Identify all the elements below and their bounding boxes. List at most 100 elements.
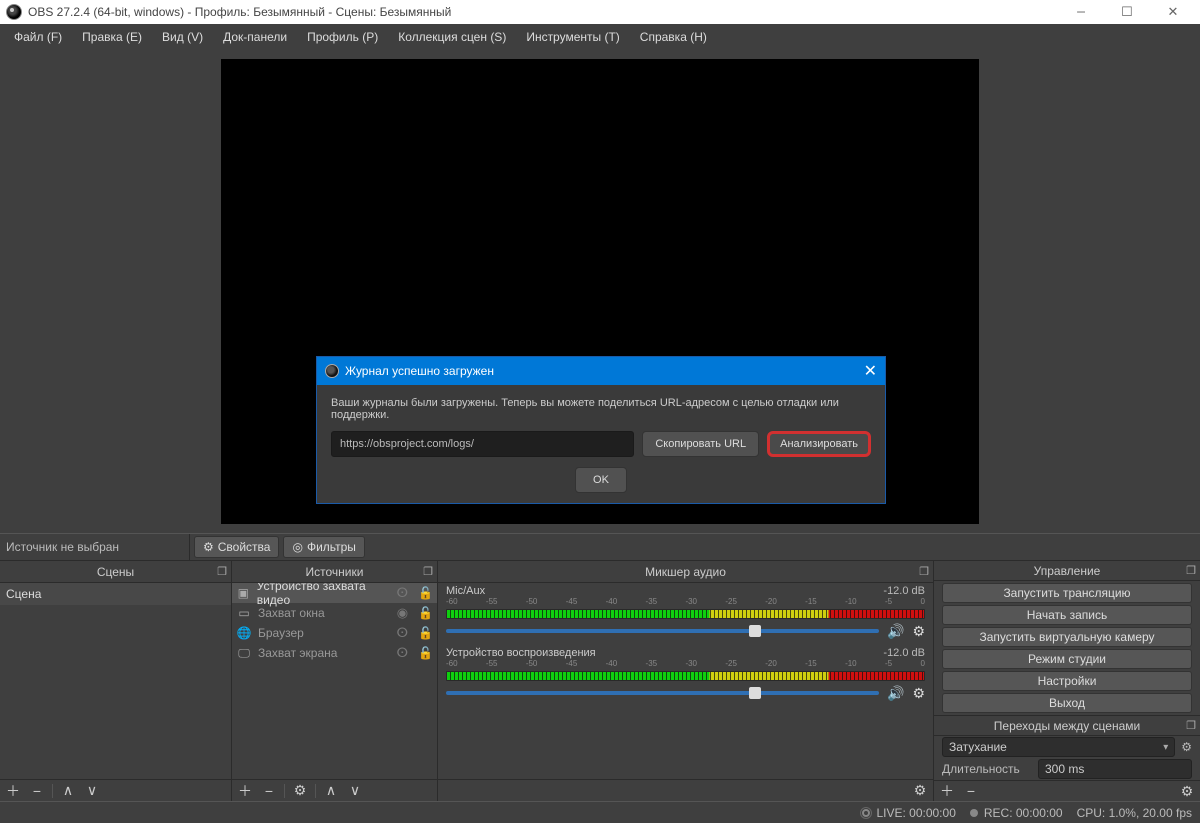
add-scene-button[interactable]: ＋	[4, 781, 22, 801]
lock-toggle[interactable]: 🔓	[418, 626, 433, 640]
speaker-icon[interactable]: 🔊	[887, 623, 904, 640]
menu-file[interactable]: Файл (F)	[4, 24, 72, 50]
menu-help[interactable]: Справка (H)	[630, 24, 717, 50]
source-item[interactable]: 🌐 Браузер ⵙ 🔓	[232, 623, 437, 643]
menu-profile[interactable]: Профиль (P)	[297, 24, 388, 50]
filters-button[interactable]: ◎ Фильтры	[283, 536, 364, 558]
dialog-titlebar[interactable]: Журнал успешно загружен ✕	[317, 357, 885, 385]
source-settings-button[interactable]: ⚙	[291, 782, 309, 799]
gear-icon: ⚙	[203, 540, 214, 554]
transition-settings-icon[interactable]: ⚙	[1181, 740, 1192, 754]
maximize-button[interactable]: ☐	[1104, 0, 1150, 24]
menu-edit[interactable]: Правка (E)	[72, 24, 152, 50]
lock-toggle[interactable]: 🔓	[418, 586, 433, 600]
chevron-down-icon: ▾	[1163, 742, 1168, 753]
window-controls: ─ ☐ ✕	[1058, 0, 1196, 24]
remove-source-button[interactable]: −	[260, 783, 278, 799]
lock-toggle[interactable]: 🔓	[418, 646, 433, 660]
channel-settings-icon[interactable]: ⚙	[912, 685, 925, 702]
copy-url-button[interactable]: Скопировать URL	[642, 431, 759, 457]
minimize-button[interactable]: ─	[1058, 0, 1104, 24]
dock-right: Управление ❐ Запустить трансляцию Начать…	[934, 561, 1200, 801]
visibility-toggle[interactable]: ⵙ	[397, 625, 409, 641]
status-live: LIVE: 00:00:00	[876, 806, 955, 820]
globe-icon: 🌐	[236, 626, 252, 640]
add-transition-button[interactable]: ＋	[938, 781, 956, 801]
dock-popout-icon[interactable]: ❐	[919, 565, 929, 578]
transition-select[interactable]: Затухание ▾	[942, 737, 1175, 757]
scene-item[interactable]: Сцена	[0, 583, 231, 605]
source-move-down-button[interactable]: ∨	[346, 782, 364, 799]
start-record-button[interactable]: Начать запись	[942, 605, 1192, 625]
remove-scene-button[interactable]: −	[28, 783, 46, 799]
visibility-toggle[interactable]: ⵙ	[397, 645, 409, 661]
window-title: OBS 27.2.4 (64-bit, windows) - Профиль: …	[28, 5, 451, 19]
dock-scenes-header: Сцены ❐	[0, 561, 231, 583]
properties-button[interactable]: ⚙ Свойства	[194, 536, 279, 558]
dock-transitions-header: Переходы между сценами ❐	[934, 715, 1200, 736]
menu-tools[interactable]: Инструменты (T)	[516, 24, 629, 50]
status-cpu: CPU: 1.0%, 20.00 fps	[1077, 806, 1192, 820]
filter-icon: ◎	[292, 540, 302, 554]
dialog-message: Ваши журналы были загружены. Теперь вы м…	[331, 397, 871, 421]
scene-move-up-button[interactable]: ∧	[59, 782, 77, 799]
log-upload-dialog: Журнал успешно загружен ✕ Ваши журналы б…	[316, 356, 886, 504]
source-item[interactable]: 🖵 Захват экрана ⵙ 🔓	[232, 643, 437, 663]
lock-toggle[interactable]: 🔓	[418, 606, 433, 620]
add-source-button[interactable]: ＋	[236, 781, 254, 801]
display-icon: 🖵	[236, 646, 252, 661]
exit-button[interactable]: Выход	[942, 693, 1192, 713]
obs-logo-icon	[6, 4, 22, 20]
dock-popout-icon[interactable]: ❐	[1186, 564, 1196, 577]
dock-popout-icon[interactable]: ❐	[217, 565, 227, 578]
source-move-up-button[interactable]: ∧	[322, 782, 340, 799]
ok-button[interactable]: OK	[575, 467, 627, 493]
duration-label: Длительность	[942, 762, 1032, 776]
mixer-toolbar: ⚙	[438, 779, 933, 801]
source-toolbar: Источник не выбран ⚙ Свойства ◎ Фильтры	[0, 533, 1200, 561]
duration-input[interactable]: 300 ms	[1038, 759, 1192, 779]
analyze-button[interactable]: Анализировать	[767, 431, 871, 457]
menu-view[interactable]: Вид (V)	[152, 24, 213, 50]
mixer-settings-button[interactable]: ⚙	[911, 782, 929, 799]
camera-icon: ▣	[236, 586, 251, 600]
transitions-extra-settings[interactable]: ⚙	[1178, 783, 1196, 800]
visibility-toggle[interactable]: ⵙ	[397, 585, 409, 601]
source-item[interactable]: ▣ Устройство захвата видео ⵙ 🔓	[232, 583, 437, 603]
dialog-close-button[interactable]: ✕	[864, 361, 877, 381]
mixer-channel: Устройство воспроизведения-12.0 dB -60-5…	[438, 645, 933, 707]
audio-meter	[446, 671, 925, 681]
volume-slider[interactable]	[446, 691, 879, 695]
remove-transition-button[interactable]: −	[962, 783, 980, 799]
menu-scene-collection[interactable]: Коллекция сцен (S)	[388, 24, 516, 50]
live-indicator-icon	[862, 809, 870, 817]
start-stream-button[interactable]: Запустить трансляцию	[942, 583, 1192, 603]
speaker-icon[interactable]: 🔊	[887, 685, 904, 702]
studio-mode-button[interactable]: Режим студии	[942, 649, 1192, 669]
menubar: Файл (F) Правка (E) Вид (V) Док-панели П…	[0, 24, 1200, 50]
dock-sources-header: Источники ❐	[232, 561, 437, 583]
statusbar: LIVE: 00:00:00 REC: 00:00:00 CPU: 1.0%, …	[0, 801, 1200, 823]
transitions-toolbar: ＋ − ⚙	[934, 780, 1200, 801]
menu-dock-panels[interactable]: Док-панели	[213, 24, 297, 50]
audio-meter	[446, 609, 925, 619]
dock-mixer-header: Микшер аудио ❐	[438, 561, 933, 583]
scenes-toolbar: ＋ − ∧ ∨	[0, 779, 231, 801]
dock-sources: Источники ❐ ▣ Устройство захвата видео ⵙ…	[232, 561, 438, 801]
status-rec: REC: 00:00:00	[984, 806, 1063, 820]
scene-move-down-button[interactable]: ∨	[83, 782, 101, 799]
dock-popout-icon[interactable]: ❐	[423, 565, 433, 578]
close-button[interactable]: ✕	[1150, 0, 1196, 24]
volume-slider[interactable]	[446, 629, 879, 633]
channel-settings-icon[interactable]: ⚙	[912, 623, 925, 640]
settings-button[interactable]: Настройки	[942, 671, 1192, 691]
log-url-field[interactable]: https://obsproject.com/logs/	[331, 431, 634, 457]
window-icon: ▭	[236, 606, 252, 620]
dock-popout-icon[interactable]: ❐	[1186, 719, 1196, 732]
titlebar: OBS 27.2.4 (64-bit, windows) - Профиль: …	[0, 0, 1200, 24]
start-virtualcam-button[interactable]: Запустить виртуальную камеру	[942, 627, 1192, 647]
rec-indicator-icon	[970, 809, 978, 817]
mixer-scale: -60-55-50-45-40-35-30-25-20-15-10-50	[446, 597, 925, 607]
visibility-toggle[interactable]: ◉	[397, 605, 408, 621]
sources-toolbar: ＋ − ⚙ ∧ ∨	[232, 779, 437, 801]
